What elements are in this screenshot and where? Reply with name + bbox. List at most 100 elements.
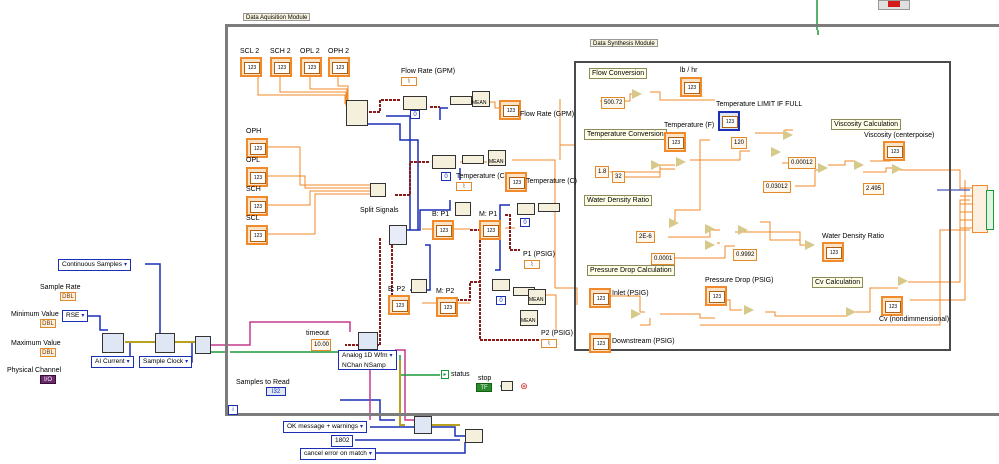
add-node-visc[interactable] [818, 163, 828, 173]
m-p1-control[interactable] [479, 220, 501, 240]
dropdown-arrow-icon: ▾ [368, 451, 372, 457]
index-const-0: 0 [410, 110, 420, 119]
loop-iteration-terminal: i [228, 405, 238, 415]
build-array-node-1[interactable] [403, 96, 427, 110]
split-signals-node[interactable] [370, 183, 386, 197]
const-00012: 0.00012 [788, 157, 816, 169]
or-node[interactable] [501, 381, 513, 391]
samples-to-read-control[interactable]: I32 [266, 387, 286, 396]
flow-rate-waveform-indicator: ⌇ [401, 77, 417, 86]
build-array-node-4[interactable] [492, 279, 510, 291]
minimum-value-control[interactable]: DBL [40, 319, 56, 328]
oph-control[interactable] [246, 138, 268, 158]
sch-control[interactable] [246, 196, 268, 216]
multiply-node-flow[interactable] [632, 89, 642, 99]
dropdown-arrow-icon: ▾ [126, 359, 130, 365]
convert-node-3[interactable] [538, 203, 560, 212]
compare-node-limit[interactable] [783, 130, 793, 140]
oph-label: OPH [246, 128, 262, 135]
subtract-node-pressure[interactable] [631, 309, 641, 319]
terminal-config-enum[interactable]: RSE ▾ [62, 310, 89, 322]
const-9992: 0.9992 [733, 249, 758, 261]
sample-rate-control[interactable]: DBL [60, 292, 76, 301]
convert-node-2[interactable] [462, 155, 484, 164]
simple-error-handler-node[interactable] [465, 429, 483, 443]
opl2-control[interactable] [300, 57, 322, 77]
water-density-ratio-header: Water Density Ratio [584, 195, 652, 206]
scl2-control[interactable] [240, 57, 262, 77]
downstream-label: Downstream (PSIG) [612, 338, 675, 345]
m-p1-label: M: P1 [479, 211, 498, 218]
output-file-node[interactable] [986, 190, 994, 230]
measurement-type-enum[interactable]: AI Current ▾ [91, 356, 134, 368]
oph2-control[interactable] [328, 57, 350, 77]
inlet-label: Inlet (PSIG) [612, 290, 649, 297]
square-node-density[interactable] [669, 218, 679, 228]
multiply-node-visc-1[interactable] [771, 147, 781, 157]
daqmx-read-node[interactable] [358, 332, 378, 350]
daqmx-timing-node[interactable] [155, 333, 175, 353]
synthesis-module-label: Data Synthesis Module [590, 39, 658, 47]
sample-mode-value: Continuous Samples [62, 261, 122, 268]
error-message-mode-enum[interactable]: OK message + warnings ▾ [283, 421, 368, 433]
error-match-mode-value: cancel error on match [304, 450, 367, 457]
subtract-node-visc[interactable] [854, 160, 864, 170]
merge-node-1[interactable] [346, 100, 368, 126]
b-p1-control[interactable] [432, 220, 454, 240]
water-density-ratio-label: Water Density Ratio [822, 233, 884, 240]
read-instance-enum[interactable]: Analog 1D Wfm ▾ NChan NSamp [338, 350, 397, 370]
stop-control[interactable]: TF [476, 383, 492, 392]
multiply-node-cv-1[interactable] [744, 305, 754, 315]
p1-psig-label: P1 (PSIG) [523, 251, 555, 258]
add-node-density[interactable] [738, 225, 748, 235]
timeout-control[interactable]: 10.00 [311, 339, 331, 351]
sample-rate-label: Sample Rate [40, 284, 81, 291]
error-code-constant[interactable]: 1802 [331, 435, 354, 447]
stop-icon[interactable] [878, 0, 910, 10]
cv-indicator [881, 296, 903, 316]
daqmx-clear-task-node[interactable] [414, 416, 432, 434]
daqmx-start-node[interactable] [195, 336, 211, 354]
multiply-add-node-p2[interactable] [411, 279, 427, 293]
dropdown-arrow-icon: ▾ [185, 359, 189, 365]
multiply-node-temp[interactable] [651, 160, 661, 170]
b-p2-control[interactable] [388, 295, 410, 315]
sample-mode-enum[interactable]: Continuous Samples ▾ [58, 259, 131, 271]
maximum-value-control[interactable]: DBL [40, 348, 56, 357]
acquisition-module-label: Data Aquisition Module [243, 13, 311, 21]
read-instance-line2: NChan NSamp [342, 362, 386, 369]
temperature-waveform-indicator: ⌇ [456, 182, 472, 191]
scl-control[interactable] [246, 225, 268, 245]
add-node-temp[interactable] [676, 157, 686, 167]
multiply-node-density-1[interactable] [705, 224, 715, 234]
temperature-c-indicator [505, 172, 527, 192]
error-code-value: 1802 [335, 437, 350, 444]
const-2e6: 2E-6 [636, 231, 655, 243]
multiply-add-node-p1[interactable] [455, 202, 471, 216]
m-p2-control[interactable] [436, 297, 458, 317]
physical-channel-control[interactable]: I/O [40, 375, 56, 384]
p2-waveform-indicator: ⌇ [541, 339, 557, 348]
sum-node-density[interactable] [805, 240, 815, 250]
error-match-mode-enum[interactable]: cancel error on match ▾ [300, 448, 376, 460]
timing-type-enum[interactable]: Sample Clock ▾ [139, 356, 193, 368]
multiply-node-density-2[interactable] [705, 240, 715, 250]
opl-control[interactable] [246, 167, 268, 187]
sch2-control[interactable] [270, 57, 292, 77]
mean-label-3: MEAN [529, 297, 544, 303]
index-const-0c: 0 [520, 218, 530, 227]
convert-node-1[interactable] [450, 96, 472, 105]
const-2495: 2.495 [863, 183, 885, 195]
divide-node-visc[interactable] [892, 164, 902, 174]
daqmx-create-channel-node[interactable] [102, 333, 124, 353]
divide-node-cv[interactable] [898, 276, 908, 286]
index-array-node[interactable] [389, 225, 407, 245]
loop-condition-icon[interactable]: ⊛ [519, 381, 529, 391]
sch2-label: SCH 2 [270, 48, 291, 55]
status-terminal: ▸ [441, 370, 449, 379]
temperature-f-indicator [664, 132, 686, 152]
p2-psig-label: P2 (PSIG) [541, 330, 573, 337]
build-array-node-3[interactable] [517, 203, 535, 215]
build-array-node-2[interactable] [432, 155, 456, 169]
sqrt-node-cv[interactable] [846, 307, 856, 317]
